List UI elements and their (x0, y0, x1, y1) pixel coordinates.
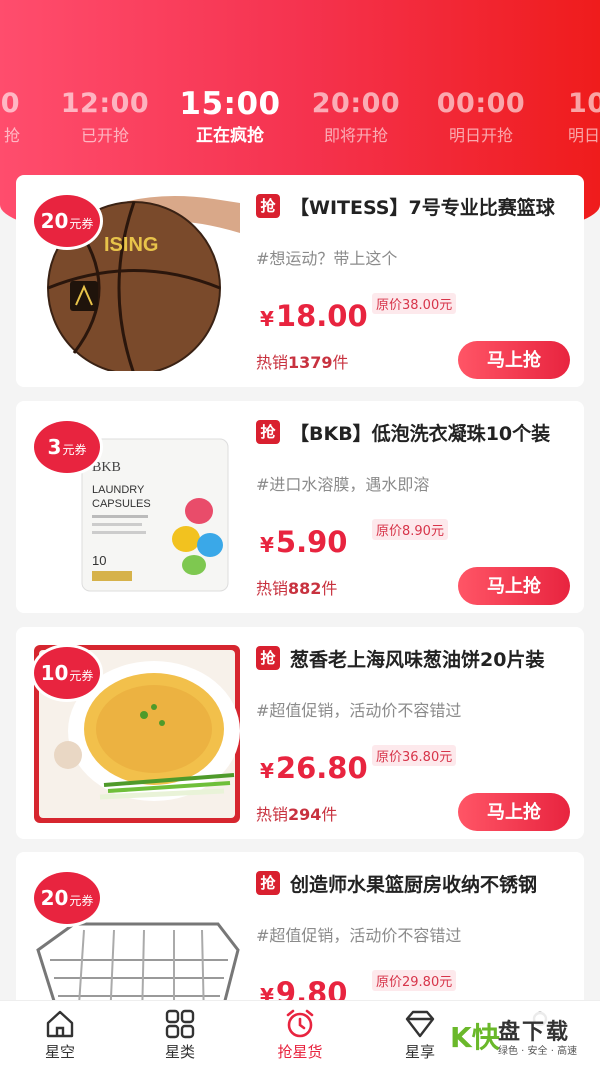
tab-label: 星空 (44, 1043, 75, 1061)
flash-sale-tag: 抢 (256, 194, 280, 218)
timeslot-time: 12:00 (60, 88, 150, 119)
timeslot-0000[interactable]: 00:00 明日开抢 (421, 84, 541, 148)
home-icon (46, 1010, 74, 1038)
laundry-line2-text: CAPSULES (92, 498, 151, 510)
laundry-brand-text: BKB (92, 460, 121, 475)
basketball-brand-text: ISING (104, 234, 158, 256)
product-slogan: #想运动？带上这个 (256, 249, 398, 268)
tab-home[interactable]: 星空 (0, 1007, 120, 1063)
product-slogan: #进口水溶膜，遇水即溶 (256, 475, 430, 494)
flash-sale-timeline: 0 抢 12:00 已开抢 15:00 正在疯抢 20:00 即将开抢 00:0… (0, 84, 600, 164)
watermark-subtitle: 绿色 · 安全 · 高速 (498, 1046, 578, 1057)
sales-count: 热销1379件 (256, 353, 349, 372)
timeslot-time: 20:00 (311, 88, 401, 119)
laundry-line1-text: LAUNDRY (92, 484, 145, 496)
tab-label: 抢星货 (277, 1043, 323, 1061)
flash-sale-tag: 抢 (256, 646, 280, 670)
product-card[interactable]: 10元券 抢 葱香老上海风味葱油饼20片装 #超值促销，活动价不容错过 ¥26.… (16, 627, 584, 839)
buy-now-button[interactable]: 马上抢 (458, 793, 570, 831)
timeslot-2000[interactable]: 20:00 即将开抢 (296, 84, 416, 148)
product-title-row: 抢 【WITESS】7号专业比赛篮球 (256, 191, 576, 221)
watermark-mark: K快 (450, 1021, 500, 1054)
timeslot-label: 明日 (568, 126, 600, 145)
buy-now-button[interactable]: 马上抢 (458, 567, 570, 605)
product-card[interactable]: ISING 20元券 抢 【WITESS】7号专业比赛篮球 #想运动？带上这个 … (16, 175, 584, 387)
product-title[interactable]: 【WITESS】7号专业比赛篮球 (290, 193, 576, 220)
diamond-icon (405, 1010, 435, 1038)
product-card[interactable]: BKB LAUNDRY CAPSULES 10 3元券 抢 【BKB】低泡洗衣凝… (16, 401, 584, 613)
product-slogan: #超值促销，活动价不容错过 (256, 926, 462, 945)
sales-count: 热销882件 (256, 579, 338, 598)
timeslot-label: 即将开抢 (323, 126, 388, 145)
timeslot-1200[interactable]: 12:00 已开抢 (45, 84, 165, 148)
product-price: ¥18.00 (260, 299, 368, 333)
watermark-logo: K快 盘下载 绿色 · 安全 · 高速 (440, 1012, 600, 1062)
timeslot-time: 15:00 (179, 86, 281, 122)
tab-categories[interactable]: 星类 (120, 1007, 240, 1063)
timeslot-1500-active[interactable]: 15:00 正在疯抢 (170, 84, 290, 148)
timeslot-time: 00:00 (436, 88, 526, 119)
tab-flash-sale[interactable]: 抢星货 (240, 1007, 360, 1063)
grid-icon (165, 1009, 195, 1039)
timeslot-time: 10 (568, 88, 600, 119)
laundry-count-text: 10 (92, 553, 106, 568)
product-title[interactable]: 创造师水果篮厨房收纳不锈钢 (290, 870, 576, 897)
timeslot-label: 已开抢 (80, 126, 129, 145)
product-title-row: 抢 【BKB】低泡洗衣凝珠10个装 (256, 417, 576, 447)
product-price: ¥5.90 (260, 525, 348, 559)
product-title-row: 抢 葱香老上海风味葱油饼20片装 (256, 643, 576, 673)
product-slogan: #超值促销，活动价不容错过 (256, 701, 462, 720)
product-title[interactable]: 【BKB】低泡洗衣凝珠10个装 (290, 419, 576, 446)
original-price: 原价8.90元 (372, 519, 448, 540)
coupon-badge: 20元券 (34, 872, 100, 924)
product-price: ¥26.80 (260, 751, 368, 785)
coupon-badge: 20元券 (34, 195, 100, 247)
flash-sale-tag: 抢 (256, 871, 280, 895)
product-title[interactable]: 葱香老上海风味葱油饼20片装 (290, 645, 576, 672)
timeslot-time: 0 (0, 88, 20, 119)
tab-label: 星类 (164, 1043, 195, 1061)
timeslot-next-day[interactable]: 10 明日 (546, 84, 600, 148)
alarm-clock-icon (286, 1009, 314, 1038)
buy-now-button[interactable]: 马上抢 (458, 341, 570, 379)
original-price: 原价29.80元 (372, 970, 457, 991)
original-price: 原价36.80元 (372, 745, 457, 766)
timeslot-past-0[interactable]: 0 抢 (0, 84, 20, 148)
timeslot-label: 抢 (3, 126, 20, 145)
product-title-row: 抢 创造师水果篮厨房收纳不锈钢 (256, 868, 576, 898)
timeslot-label: 正在疯抢 (196, 126, 264, 146)
original-price: 原价38.00元 (372, 293, 457, 314)
coupon-badge: 10元券 (34, 647, 100, 699)
flash-sale-tag: 抢 (256, 420, 280, 444)
coupon-badge: 3元券 (34, 421, 100, 473)
timeslot-label: 明日开抢 (448, 126, 513, 145)
sales-count: 热销294件 (256, 805, 338, 824)
